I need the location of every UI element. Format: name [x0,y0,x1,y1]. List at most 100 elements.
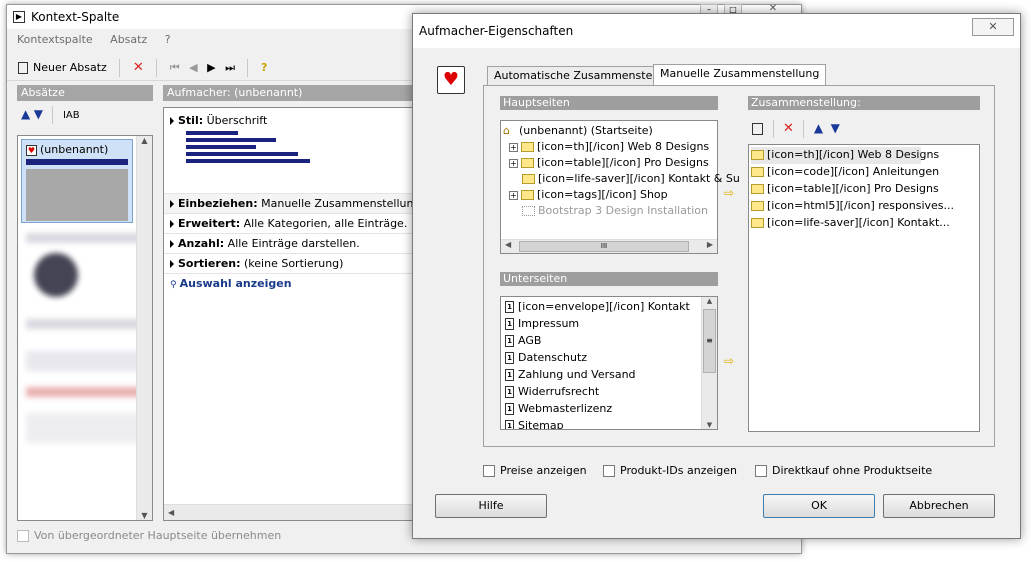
expand-plus-icon[interactable]: + [509,190,518,200]
show-prices-checkbox[interactable]: Preise anzeigen [483,464,587,477]
preview-bar [26,159,128,165]
add-arrow-icon[interactable]: ⇨ [724,354,734,368]
vertical-scrollbar[interactable]: ▲ ▼ [136,136,152,520]
tree-item[interactable]: Bootstrap 3 Design Installation [503,203,715,219]
prop-sortieren[interactable]: Sortieren: (keine Sortierung) [164,254,423,274]
dialog-close-icon[interactable]: ✕ [972,18,1014,36]
prop-anzahl[interactable]: Anzahl: Alle Einträge darstellen. [164,234,423,254]
hauptseiten-header: Hauptseiten [500,96,718,110]
expand-plus-icon[interactable]: + [509,158,518,168]
show-product-ids-checkbox[interactable]: Produkt-IDs anzeigen [603,464,737,477]
horizontal-scrollbar[interactable]: ◀ [164,504,423,520]
inherit-checkbox-box[interactable] [17,530,29,542]
menu-absatz[interactable]: Absatz [110,33,147,46]
paragraphs-header: Absätze [17,85,153,101]
ok-button[interactable]: OK [763,494,875,518]
help-button[interactable]: Hilfe [435,494,547,518]
tree-item[interactable]: + [icon=table][/icon] Pro Designs [503,155,715,171]
scroll-thumb[interactable]: III [519,241,689,252]
prev-icon[interactable]: ◀ [186,58,200,78]
show-selection-link[interactable]: ⚲ Auswahl anzeigen [164,274,423,294]
delete-icon[interactable]: ✕ [783,121,794,136]
new-paragraph-button[interactable]: Neuer Absatz [15,58,110,78]
new-page-icon [18,62,28,74]
subpage-item[interactable]: 1 Impressum [505,316,713,333]
folder-icon [751,218,764,228]
selected-page-item[interactable]: [icon=html5][/icon] responsives... [751,198,977,215]
tab-manual[interactable]: Manuelle Zusammenstellung [653,64,827,86]
preview-block [26,169,128,221]
selected-page-item[interactable]: [icon=table][/icon] Pro Designs [751,181,977,198]
subpage-item[interactable]: 1 AGB [505,333,713,350]
first-icon[interactable]: ⏮ [167,58,183,78]
menu-help[interactable]: ? [165,33,171,46]
blurred-preview-area [18,233,152,443]
dialog-title: Aufmacher-Eigenschaften [419,24,574,38]
help-icon[interactable]: ? [258,58,270,78]
menu-kontextspalte[interactable]: Kontextspalte [17,33,93,46]
unterseiten-header: Unterseiten [500,272,718,286]
horizontal-scrollbar[interactable]: ◀ III ▶ [501,239,717,253]
toolbar-separator [119,59,121,77]
dialog-titlebar: Aufmacher-Eigenschaften ✕ [413,14,1020,48]
folder-icon [751,167,764,177]
page-icon: 1 [505,335,514,347]
prop-einbeziehen[interactable]: Einbeziehen: Manuelle Zusammenstellung. [164,194,424,214]
rename-icon[interactable]: IAB [63,110,80,121]
list-item-selected[interactable]: ♥ (unbenannt) [21,139,133,223]
selected-page-item[interactable]: [icon=code][/icon] Anleitungen [751,164,977,181]
key-icon: ⚲ [170,280,177,290]
subpage-item[interactable]: 1 Webmasterlizenz [505,401,713,418]
checkbox-box[interactable] [755,465,767,477]
hauptseiten-tree[interactable]: ⌂ (unbenannt) (Startseite) + [icon=th][/ico… [500,120,740,254]
checkbox-box[interactable] [483,465,495,477]
paragraphs-panel: Absätze ▲ ▼ IAB [17,85,153,127]
tree-item[interactable]: [icon=life-saver][/icon] Kontakt & Su [503,171,740,187]
zusammenstellung-toolbar: ✕ ▲ ▼ [752,118,840,138]
delete-icon[interactable]: ✕ [130,58,147,78]
direct-buy-checkbox[interactable]: Direktkauf ohne Produktseite [755,464,932,477]
home-icon: ⌂ [503,124,510,137]
style-row[interactable]: Stil: Überschrift [164,108,423,194]
expand-arrow-icon [170,240,174,248]
subpage-item[interactable]: 1 [icon=envelope][/icon] Kontakt [505,299,713,316]
tab-content: Hauptseiten ⌂ (unbenannt) (Startseite) + [i… [483,85,995,447]
tree-item[interactable]: + [icon=tags][/icon] Shop [503,187,715,203]
move-up-icon[interactable]: ▲ [814,121,823,135]
zusammenstellung-header: Zusammenstellung: [748,96,980,110]
prop-erweitert[interactable]: Erweitert: Alle Kategorien, alle Einträg… [164,214,423,234]
expand-plus-icon[interactable]: + [509,142,518,152]
unterseiten-list[interactable]: 1 [icon=envelope][/icon] Kontakt 1 Impressu… [500,296,718,430]
selected-page-item[interactable]: [icon=th][/icon] Web 8 Designs [751,147,939,164]
subpage-item[interactable]: 1 Widerrufsrecht [505,384,713,401]
folder-icon [521,142,534,152]
expand-arrow-icon [170,260,174,268]
subpage-item[interactable]: 1 Datenschutz [505,350,713,367]
inherit-checkbox[interactable]: Von übergeordneter Hauptseite übernehmen [17,529,281,542]
zusammenstellung-list[interactable]: [icon=th][/icon] Web 8 Designs [icon=code… [748,144,980,432]
new-entry-icon[interactable] [752,123,763,135]
tree-item[interactable]: ⌂ (unbenannt) (Startseite) [503,123,715,139]
scroll-thumb[interactable]: ≡ [703,309,716,373]
page-icon: 1 [505,386,514,398]
subpage-item[interactable]: 1 Sitemap [505,418,713,429]
last-icon[interactable]: ⏭ [222,58,238,78]
page-icon: 1 [505,403,514,415]
add-arrow-icon[interactable]: ⇨ [724,186,734,200]
next-icon[interactable]: ▶ [204,58,218,78]
folder-icon [751,201,764,211]
move-down-icon[interactable]: ▼ [34,107,43,121]
move-down-icon[interactable]: ▼ [831,121,840,135]
aufmacher-properties-dialog: Aufmacher-Eigenschaften ✕ ♥ Automatische… [412,13,1021,539]
cancel-button[interactable]: Abbrechen [883,494,995,518]
window-icon: ▶ [13,11,25,23]
subpage-item[interactable]: 1 Zahlung und Versand [505,367,713,384]
checkbox-box[interactable] [603,465,615,477]
paragraphs-list[interactable]: ♥ (unbenannt) ▲ ▼ [17,135,153,521]
selected-page-item[interactable]: [icon=life-saver][/icon] Kontakt... [751,215,977,232]
tree-item[interactable]: + [icon=th][/icon] Web 8 Designs [503,139,715,155]
page-icon: 1 [505,352,514,364]
expand-arrow-icon [170,220,174,228]
vertical-scrollbar[interactable]: ▲ ≡ ▼ [701,297,717,429]
move-up-icon[interactable]: ▲ [21,107,30,121]
